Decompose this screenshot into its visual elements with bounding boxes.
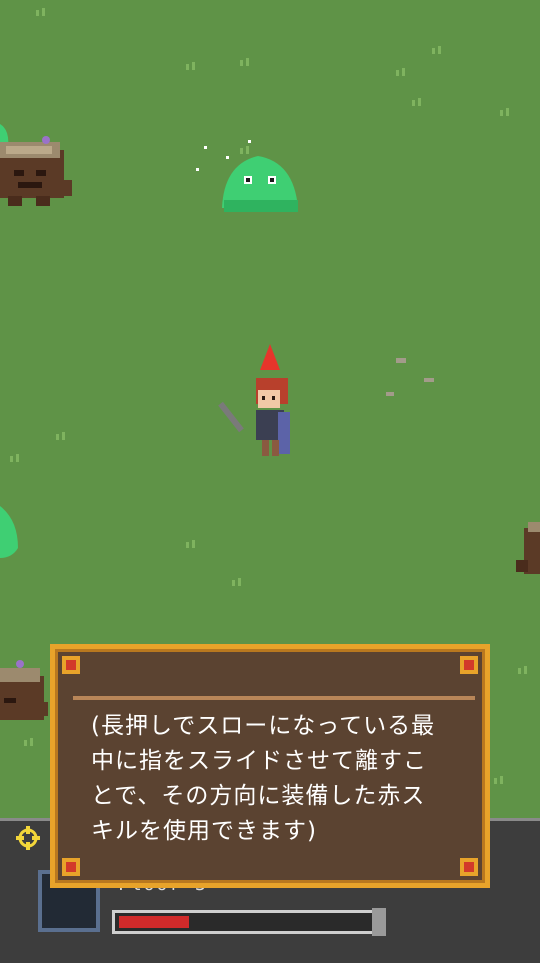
dialog-divider [73, 696, 475, 700]
dialog-corner-ornament [460, 858, 478, 876]
dialog-corner-ornament [460, 656, 478, 674]
dialog-line: キルを使用できます) [91, 818, 317, 844]
dialog-message: (長押しでスローになっている最 中に指をスライドさせて離すこ とで、その方向に装… [91, 709, 471, 849]
hp-bar-endcap [372, 908, 386, 936]
dialog-line: 中に指をスライドさせて離すこ [91, 748, 427, 774]
dialog-line: とで、その方向に装備した赤ス [91, 783, 426, 809]
dialog-line: (長押しでスローになっている最 [91, 713, 436, 739]
tutorial-dialog[interactable]: (長押しでスローになっている最 中に指をスライドさせて離すこ とで、その方向に装… [50, 644, 490, 888]
dialog-corner-ornament [62, 858, 80, 876]
crosshair-icon[interactable] [14, 824, 42, 852]
dialog-corner-ornament [62, 656, 80, 674]
hp-bar [112, 910, 384, 934]
hp-bar-fill [119, 916, 189, 928]
